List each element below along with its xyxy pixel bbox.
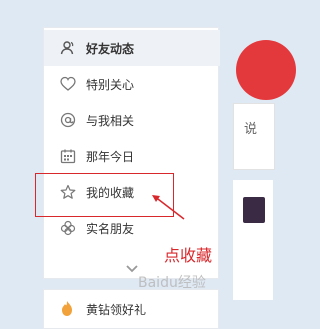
sidebar-item-label: 好友动态	[86, 41, 135, 56]
sidebar-item-label: 特别关心	[86, 77, 135, 92]
vip-gift-label: 黄钻领好礼	[86, 303, 147, 317]
sidebar-item-related-to-me[interactable]: 与我相关	[44, 102, 220, 138]
post-input-card[interactable]: 说	[233, 103, 275, 170]
at-icon	[59, 111, 77, 129]
red-banner-decoration	[236, 40, 296, 100]
friends-icon	[59, 39, 77, 57]
sidebar-item-friends-feed[interactable]: 好友动态	[44, 30, 220, 66]
clover-icon	[59, 219, 77, 237]
calendar-icon	[59, 147, 77, 165]
annotation-arrow	[152, 195, 185, 220]
sidebar-item-label: 实名朋友	[86, 221, 135, 236]
sidebar-item-label: 与我相关	[86, 113, 135, 128]
post-input-text: 说	[244, 122, 258, 137]
sidebar-item-special-care[interactable]: 特别关心	[44, 66, 220, 102]
chevron-down-icon	[126, 258, 138, 277]
heart-icon	[59, 75, 77, 93]
flame-icon	[59, 300, 75, 322]
annotation-text: 点收藏	[164, 246, 213, 265]
watermark: Baidu经验	[138, 275, 206, 291]
sidebar-item-this-day[interactable]: 那年今日	[44, 138, 220, 174]
vip-gift-panel[interactable]: 黄钻领好礼	[43, 289, 219, 329]
avatar[interactable]	[243, 197, 265, 223]
sidebar-item-label: 那年今日	[86, 149, 135, 164]
